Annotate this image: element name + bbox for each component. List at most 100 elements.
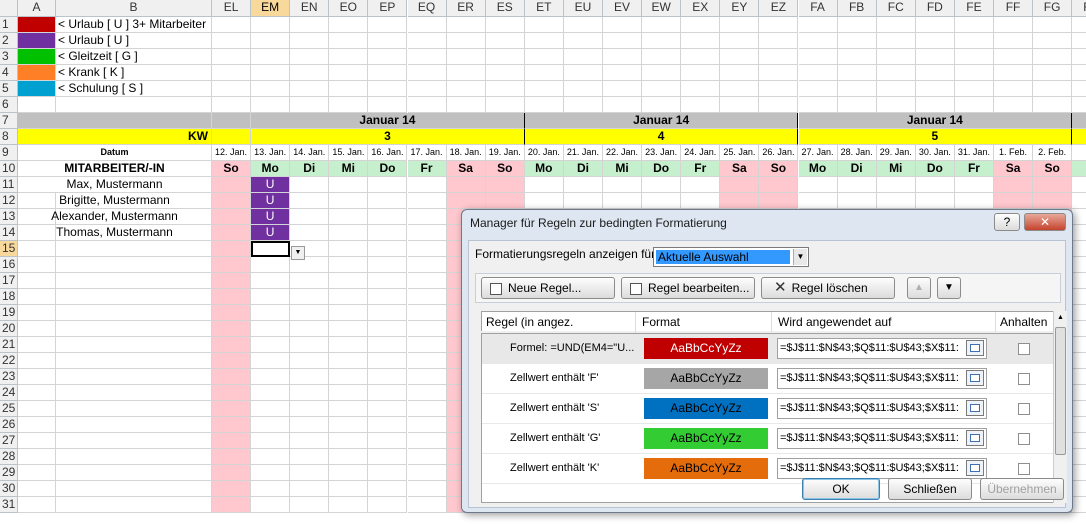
vacation-cell[interactable]: U	[251, 193, 291, 209]
column-header[interactable]: FH	[1072, 0, 1086, 17]
cell[interactable]	[212, 97, 252, 113]
cell[interactable]	[720, 49, 760, 65]
cell[interactable]	[603, 81, 643, 97]
scroll-up-icon[interactable]: ▲	[1054, 311, 1067, 325]
cell[interactable]	[524, 193, 564, 209]
col-format-header[interactable]: Format	[642, 312, 772, 332]
cell[interactable]	[994, 81, 1034, 97]
vacation-cell[interactable]: U	[251, 225, 291, 241]
column-header[interactable]: EL	[212, 0, 252, 17]
cell[interactable]	[368, 97, 408, 113]
cell[interactable]	[485, 33, 525, 49]
cell-dropdown-icon[interactable]: ▼	[291, 246, 305, 260]
cell[interactable]	[329, 65, 369, 81]
row-header[interactable]: 22	[0, 353, 18, 369]
column-header[interactable]: EM	[251, 0, 291, 17]
cell[interactable]	[251, 433, 291, 449]
cell[interactable]	[368, 17, 408, 33]
applies-to-field[interactable]: =$J$11:$N$43;$Q$11:$U$43;$X$11:	[777, 458, 987, 479]
cell[interactable]	[524, 17, 564, 33]
stop-if-true-checkbox[interactable]	[1018, 343, 1030, 355]
row-header[interactable]: 3	[0, 49, 18, 65]
cell[interactable]	[368, 321, 408, 337]
cell[interactable]	[212, 321, 252, 337]
range-picker-icon[interactable]	[966, 340, 984, 356]
show-rules-select[interactable]: Aktuelle Auswahl ▼	[653, 247, 809, 267]
applies-to-field[interactable]: =$J$11:$N$43;$Q$11:$U$43;$X$11:	[777, 368, 987, 389]
cell[interactable]	[603, 97, 643, 113]
cell[interactable]	[524, 49, 564, 65]
cell[interactable]	[446, 17, 486, 33]
cell[interactable]	[642, 97, 682, 113]
cell[interactable]	[329, 17, 369, 33]
cell[interactable]	[603, 33, 643, 49]
cell[interactable]	[563, 177, 603, 193]
cell[interactable]	[994, 33, 1034, 49]
cell[interactable]	[994, 97, 1034, 113]
cell[interactable]	[603, 49, 643, 65]
cell[interactable]	[290, 17, 330, 33]
col-stop-header[interactable]: Anhalten	[1000, 312, 1060, 332]
row-header[interactable]: 13	[0, 209, 18, 225]
cell[interactable]	[642, 65, 682, 81]
cell[interactable]	[876, 193, 916, 209]
cell[interactable]	[212, 385, 252, 401]
cell[interactable]	[954, 193, 994, 209]
cell[interactable]	[290, 305, 330, 321]
cell[interactable]	[18, 97, 56, 113]
cell[interactable]	[603, 177, 643, 193]
column-header[interactable]: EQ	[407, 0, 447, 17]
cell[interactable]	[18, 337, 56, 353]
column-header[interactable]: EU	[563, 0, 603, 17]
cell[interactable]	[642, 193, 682, 209]
cell[interactable]	[1072, 81, 1086, 97]
cell[interactable]	[485, 49, 525, 65]
cell[interactable]	[407, 225, 447, 241]
rule-row[interactable]: Zellwert enthält 'F' AaBbCcYyZz =$J$11:$N$…	[482, 364, 1054, 394]
cell[interactable]	[290, 449, 330, 465]
cell[interactable]	[681, 65, 721, 81]
cell[interactable]	[56, 305, 212, 321]
cell[interactable]	[329, 225, 369, 241]
cell[interactable]	[18, 497, 56, 513]
row-header[interactable]: 11	[0, 177, 18, 193]
row-header[interactable]: 9	[0, 145, 18, 161]
cell[interactable]	[251, 369, 291, 385]
cell[interactable]	[524, 81, 564, 97]
cell[interactable]	[329, 289, 369, 305]
cell[interactable]	[290, 65, 330, 81]
cell[interactable]	[212, 497, 252, 513]
cell[interactable]	[603, 17, 643, 33]
cell[interactable]	[759, 177, 799, 193]
cell[interactable]	[681, 49, 721, 65]
cell[interactable]	[18, 241, 56, 257]
cell[interactable]	[290, 369, 330, 385]
cell[interactable]	[759, 81, 799, 97]
cell[interactable]	[915, 33, 955, 49]
cell[interactable]	[1072, 321, 1086, 337]
applies-to-field[interactable]: =$J$11:$N$43;$Q$11:$U$43;$X$11:	[777, 338, 987, 359]
cell[interactable]	[798, 33, 838, 49]
column-header[interactable]: EY	[720, 0, 760, 17]
cell[interactable]	[681, 81, 721, 97]
cell[interactable]	[407, 353, 447, 369]
column-header-a[interactable]: A	[18, 0, 56, 17]
column-header[interactable]: ES	[485, 0, 525, 17]
cell[interactable]	[407, 177, 447, 193]
cell[interactable]	[642, 17, 682, 33]
stop-if-true-checkbox[interactable]	[1018, 373, 1030, 385]
cell[interactable]	[1072, 65, 1086, 81]
cell[interactable]	[1072, 417, 1086, 433]
range-picker-icon[interactable]	[966, 460, 984, 476]
column-header[interactable]: EW	[642, 0, 682, 17]
cell[interactable]	[681, 97, 721, 113]
cell[interactable]	[329, 177, 369, 193]
cell[interactable]	[1072, 497, 1086, 513]
cell[interactable]	[56, 369, 212, 385]
cell[interactable]	[329, 257, 369, 273]
cell[interactable]	[720, 17, 760, 33]
cell[interactable]	[368, 369, 408, 385]
column-header[interactable]: FD	[915, 0, 955, 17]
row-header[interactable]: 30	[0, 481, 18, 497]
cell[interactable]	[212, 177, 252, 193]
